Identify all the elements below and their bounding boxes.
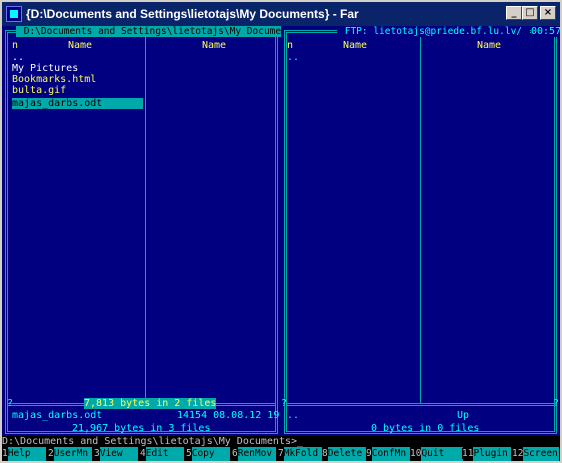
f10-num: 10 (410, 448, 422, 459)
left-col-n-header: n (12, 40, 19, 51)
f10-quit-key[interactable]: 10Quit (410, 447, 464, 461)
console-area: D:\Documents and Settings\lietotajs\My D… (2, 26, 560, 461)
function-key-bar: 1Help 2UserMn 3View 4Edit 5Copy 6RenMov … (2, 447, 560, 461)
right-summary: 0 bytes in 0 files (371, 423, 480, 434)
left-col1-header[interactable]: Name (68, 40, 92, 51)
window-title: {D:\Documents and Settings\lietotajs\My … (26, 7, 359, 21)
right-panel[interactable]: FTP: lietotajs@priede.bf.lu.lv/ 00:57 n … (281, 26, 560, 436)
f6-label: RenMov (237, 447, 276, 461)
left-status-filename: majas_darbs.odt (12, 410, 103, 421)
left-summary: 21,967 bytes in 3 files (72, 423, 211, 434)
close-button[interactable]: × (540, 6, 556, 20)
file-item-bulta[interactable]: bulta.gif (12, 85, 66, 96)
f12-screen-key[interactable]: 12Screen (512, 447, 560, 461)
clock: 00:57 (531, 26, 560, 37)
title-bar[interactable]: {D:\Documents and Settings\lietotajs\My … (2, 2, 560, 26)
f4-edit-key[interactable]: 4Edit (140, 447, 184, 461)
right-status-filename: .. (287, 410, 300, 421)
f1-label: Help (7, 447, 46, 461)
file-item-my-pictures[interactable]: My Pictures (12, 63, 78, 74)
left-col2-header[interactable]: Name (202, 40, 226, 51)
f3-label: View (99, 447, 138, 461)
left-panel-path[interactable]: D:\Documents and Settings\lietotajs\My D… (16, 26, 306, 37)
f11-num: 11 (462, 448, 474, 459)
f4-label: Edit (145, 447, 184, 461)
f11-label: Plugin (473, 447, 512, 461)
right-panel-path[interactable]: FTP: lietotajs@priede.bf.lu.lv/ (337, 26, 530, 37)
right-status-separator (287, 403, 554, 404)
right-status-separator-2 (287, 405, 554, 406)
f5-copy-key[interactable]: 5Copy (186, 447, 230, 461)
file-item-bookmarks[interactable]: Bookmarks.html (12, 74, 96, 85)
f9-label: ConfMn (371, 447, 410, 461)
right-file-item-parent[interactable]: .. (287, 52, 299, 63)
right-scroll-marker-right: ? (553, 398, 560, 409)
f7-mkfold-key[interactable]: 7MkFold (278, 447, 322, 461)
f12-label: Screen (523, 447, 560, 461)
file-item-parent[interactable]: .. (12, 52, 24, 63)
right-status-details: Up (457, 410, 470, 421)
far-manager-window: {D:\Documents and Settings\lietotajs\My … (0, 0, 562, 463)
f5-label: Copy (191, 447, 230, 461)
left-status-details: 14154 08.08.12 19:41 (177, 410, 298, 421)
right-col-n-header: n (287, 40, 294, 51)
right-scroll-marker-left: ? (281, 398, 288, 409)
f7-label: MkFold (283, 447, 322, 461)
f2-usermn-key[interactable]: 2UserMn (48, 447, 92, 461)
f6-renmov-key[interactable]: 6RenMov (232, 447, 276, 461)
f1-help-key[interactable]: 1Help (2, 447, 46, 461)
f10-label: Quit (421, 447, 464, 461)
f11-plugin-key[interactable]: 11Plugin (462, 447, 512, 461)
f9-confmn-key[interactable]: 9ConfMn (366, 447, 410, 461)
right-column-divider (420, 37, 421, 403)
maximize-button[interactable]: □ (522, 6, 538, 20)
left-scroll-marker: ? (7, 398, 14, 409)
f12-num: 12 (512, 448, 524, 459)
command-line[interactable]: D:\Documents and Settings\lietotajs\My D… (2, 436, 560, 447)
f8-delete-key[interactable]: 8Delete (322, 447, 366, 461)
right-col1-header[interactable]: Name (343, 40, 367, 51)
right-col2-header[interactable]: Name (477, 40, 501, 51)
f2-label: UserMn (53, 447, 92, 461)
left-column-divider (145, 37, 146, 403)
file-item-majas-darbs-selected[interactable]: majas_darbs.odt (12, 98, 143, 109)
left-selection-info: 7,813 bytes in 2 files (84, 398, 217, 409)
left-panel[interactable]: D:\Documents and Settings\lietotajs\My D… (2, 26, 306, 436)
far-app-icon[interactable] (6, 6, 22, 22)
f3-view-key[interactable]: 3View (94, 447, 138, 461)
f8-label: Delete (327, 447, 366, 461)
minimize-button[interactable]: _ (506, 6, 522, 20)
